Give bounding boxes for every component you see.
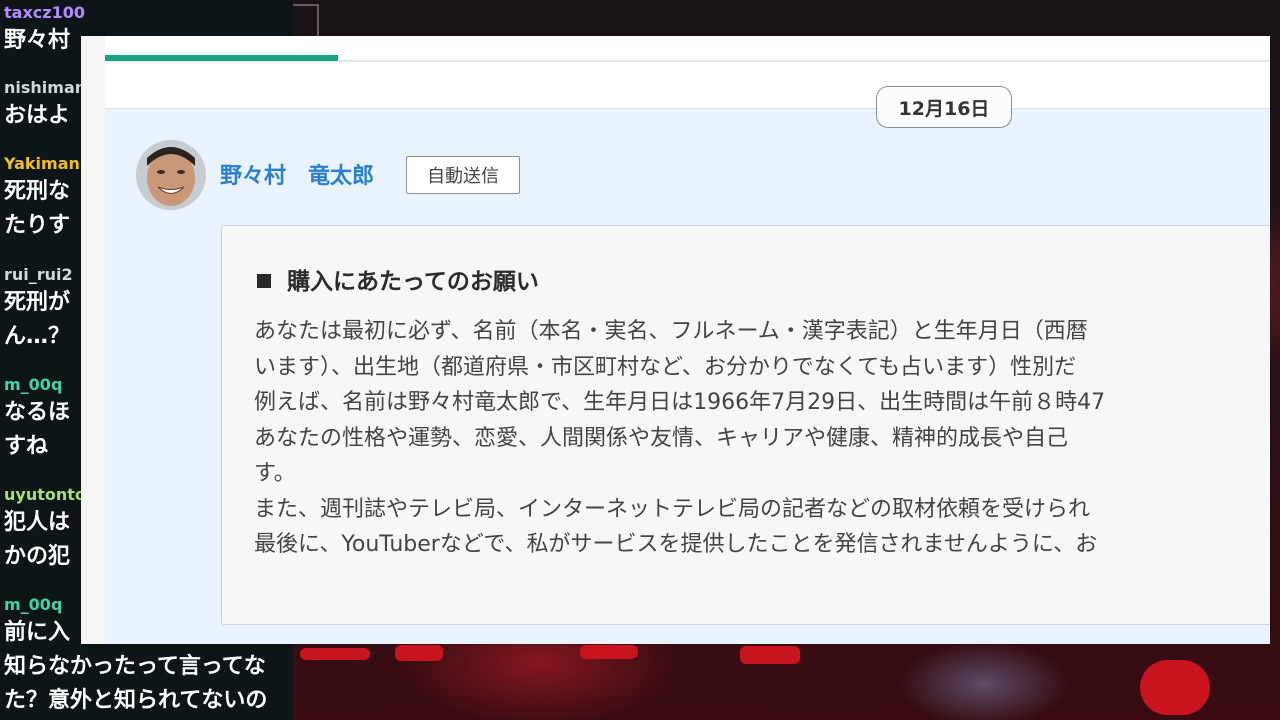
message-window: 12月16日 野々村 竜太郎 自動送信 購入にあたってのお願い あなたは最初に必…	[81, 36, 1270, 644]
message-line: 最後に、YouTuberなどで、私がサービスを提供したことを発信されませんように…	[254, 532, 1098, 557]
message-heading-text: 購入にあたってのお願い	[287, 269, 539, 295]
chat-text: 死刑な	[4, 179, 71, 204]
chat-message: uyutonto 犯人は かの犯	[4, 484, 86, 574]
auto-send-tag: 自動送信	[406, 156, 520, 194]
face-icon	[136, 140, 206, 210]
date-badge: 12月16日	[876, 86, 1012, 128]
avatar[interactable]	[136, 140, 206, 210]
message-heading: 購入にあたってのお願い	[257, 262, 539, 296]
chat-text: ん…？	[4, 324, 71, 349]
message-body: あなたは最初に必ず、名前（本名・実名、フルネーム・漢字表記）と生年月日（西暦 い…	[254, 314, 1270, 563]
background-red-shape	[580, 645, 638, 659]
chat-text: 野々村	[4, 28, 71, 53]
message-line: あなたの性格や運勢、恋愛、人間関係や友情、キャリアや健康、精神的成長や自己	[254, 425, 1069, 451]
chat-message: nishiman おはよ	[4, 77, 86, 133]
message-line: 例えば、名前は野々村竜太郎で、生年月日は1966年7月29日、出生時間は午前８時…	[254, 390, 1106, 415]
message-line: す。	[254, 461, 296, 486]
chat-text: なるほ	[4, 400, 71, 425]
chat-username: nishiman	[4, 78, 87, 97]
chat-username: rui_rui2	[4, 265, 73, 284]
screen: taxcz100 野々村 nishiman おはよ Yakiman 死刑な たり…	[0, 0, 1280, 720]
background-red-shape	[740, 646, 800, 664]
window-margin	[81, 36, 105, 644]
sender-name[interactable]: 野々村 竜太郎	[220, 158, 374, 190]
chat-text: かの犯	[4, 544, 71, 569]
background-red-shape	[1140, 660, 1210, 715]
background-red-shape	[395, 645, 443, 661]
chat-message: Yakiman 死刑な たりす	[4, 153, 80, 243]
chat-text: おはよ	[4, 103, 71, 128]
message-line: います）、出生地（都道府県・市区町村など、お分かりでなくても占います）性別だ	[254, 354, 1077, 380]
chat-text: 死刑が	[4, 290, 71, 315]
chat-text: た？意外と知られてないの	[4, 688, 268, 713]
chat-message: taxcz100 野々村	[4, 2, 85, 58]
chat-username: taxcz100	[4, 3, 85, 22]
progress-bar	[105, 55, 338, 61]
message-card: 購入にあたってのお願い あなたは最初に必ず、名前（本名・実名、フルネーム・漢字表…	[221, 225, 1270, 625]
message-line: また、週刊誌やテレビ局、インターネットテレビ局の記者などの取材依頼を受けられ	[254, 496, 1091, 522]
chat-message: m_00q なるほ すね	[4, 374, 70, 464]
chat-username: m_00q	[4, 375, 63, 394]
chat-message: rui_rui2 死刑が ん…？	[4, 264, 73, 354]
chat-text: 犯人は	[4, 510, 71, 535]
square-bullet-icon	[257, 274, 271, 288]
chat-text: 知らなかったって言ってな	[4, 654, 266, 679]
chat-text: たりす	[4, 213, 71, 238]
chat-username: uyutonto	[4, 485, 86, 504]
chat-username: Yakiman	[4, 154, 80, 173]
chat-text: すね	[4, 434, 49, 459]
background-red-shape	[300, 648, 370, 660]
message-line: あなたは最初に必ず、名前（本名・実名、フルネーム・漢字表記）と生年月日（西暦	[254, 319, 1088, 344]
